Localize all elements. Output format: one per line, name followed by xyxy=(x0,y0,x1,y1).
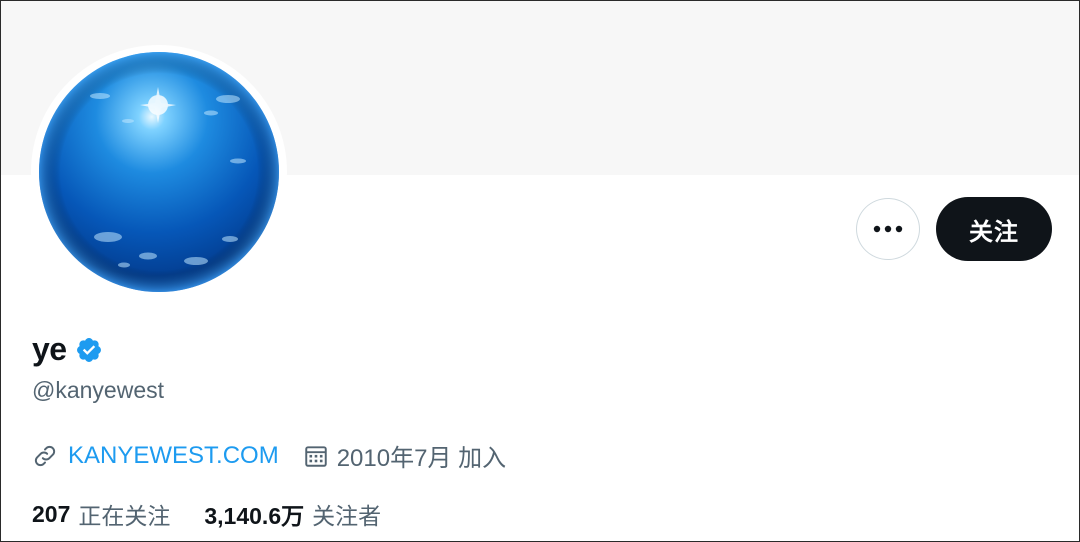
join-date: 2010年7月 加入 xyxy=(336,445,507,472)
follow-button[interactable]: 关注 xyxy=(936,197,1052,261)
more-options-button[interactable] xyxy=(856,198,920,260)
more-icon xyxy=(873,225,903,233)
following-label: 正在关注 xyxy=(78,503,171,529)
username-handle: @kanyewest xyxy=(32,377,165,403)
followers-stat[interactable]: 3,140.6万 关注者 xyxy=(204,497,381,531)
verified-badge-icon[interactable] xyxy=(75,336,103,364)
calendar-icon xyxy=(304,445,327,467)
profile-header: 关注 ye @kanyewest KANYEWEST.COM 2010年7月 加… xyxy=(0,0,1080,542)
followers-count: 3,140.6万 xyxy=(204,503,305,529)
following-count: 207 xyxy=(32,500,71,527)
follow-stats: 207 正在关注 3,140.6万 关注者 xyxy=(32,497,381,531)
followers-label: 关注者 xyxy=(312,503,382,529)
following-stat[interactable]: 207 正在关注 xyxy=(32,497,170,531)
website-link[interactable]: KANYEWEST.COM xyxy=(68,442,279,470)
avatar[interactable] xyxy=(38,51,280,293)
profile-meta: KANYEWEST.COM 2010年7月 加入 xyxy=(32,438,506,473)
display-name: ye xyxy=(32,331,67,367)
display-name-row: ye xyxy=(32,331,103,368)
link-icon xyxy=(34,445,56,466)
